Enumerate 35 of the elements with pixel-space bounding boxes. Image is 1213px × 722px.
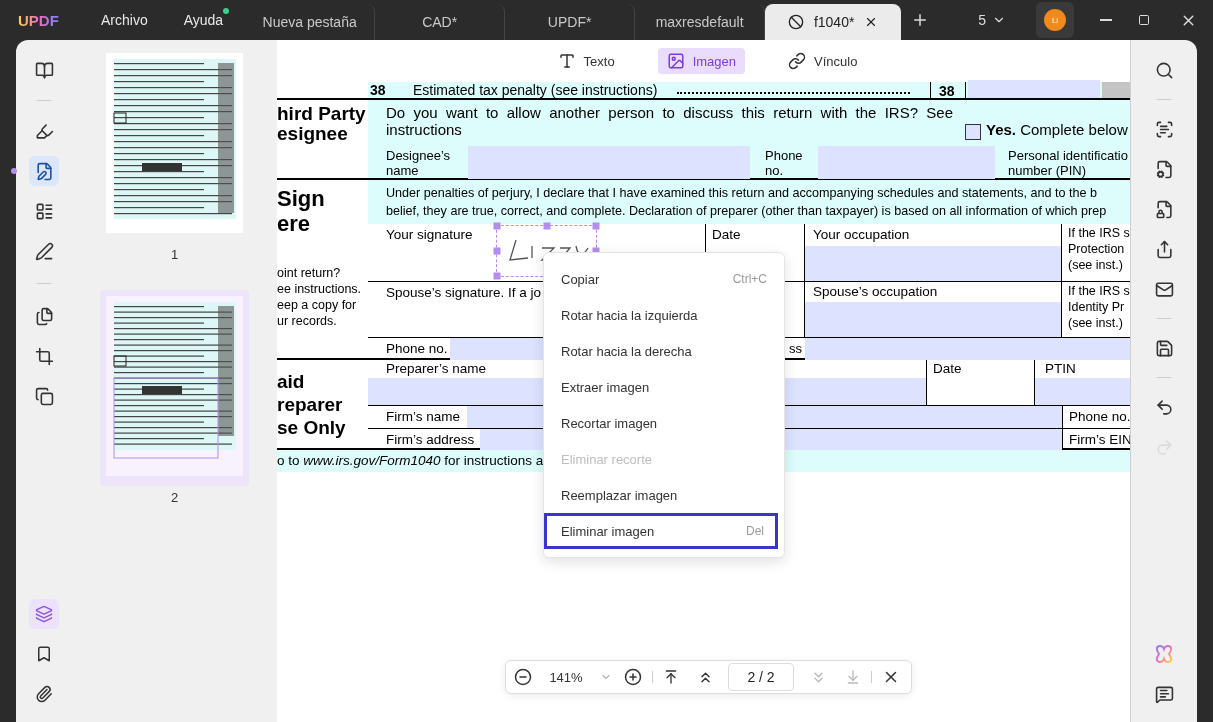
form-label: Estimated tax penalty (see instructions) [413,82,658,98]
page-number: 1 [170,247,179,262]
form-label: Phone no. [1068,409,1130,425]
form-label: Spouse’s signature. If a jo [385,284,543,302]
form-label: Preparer’s name [385,360,488,378]
form-label: Your signature [385,226,474,244]
form-note: oint return? ee instructions. eep a copy for ur records. [277,265,363,329]
form-label: Phone no. [764,147,804,178]
line-number: 38 [938,82,956,100]
form-label: Designee’s name [385,147,452,178]
form-label: Phone no. [385,340,449,358]
zoom-level: 141% [548,669,584,685]
form-label: ss [788,341,803,357]
section-heading: Sign ere [277,185,326,236]
form-question: Do you want to allow another person to discuss this return with the IRS? See instructions [385,103,953,140]
form-label: PTIN [1044,360,1077,378]
form-label: Your occupation [812,226,911,244]
line-number: 38 [369,82,387,98]
declaration-text: Under penalties of perjury, I declare that I have examined this return and accompanying schedules and statements, and to the b belief, they are true, correct, and complete. Declaration of preparer (other than taxpayer) is based on all information of which prep [368,180,1130,224]
checkbox-label: Yes. Complete below [986,121,1128,140]
section-heading: aid reparer se Only [277,370,347,439]
form-label: Firm’s name [385,408,461,426]
form-note: If the IRS s Identity Pr (see inst.) [1067,283,1130,332]
form-label: Date [932,360,963,378]
page-number: 2 [170,490,179,505]
form-label: Spouse’s occupation [812,283,939,301]
form-label: Firm’s address [385,430,476,449]
form-label: Personal identificatio number (PIN) [1007,147,1128,178]
section-heading: hird Party esignee [277,102,367,144]
footer-text: o to www.irs.gov/Form1040 for instructions a [277,453,544,468]
form-note: If the IRS s Protection (see inst.) [1067,225,1130,274]
form-label: Date [711,226,742,244]
shortcut-text: Ctrl+C [732,272,767,286]
form-label: Firm’s EIN [1068,431,1130,448]
shortcut-text: Del [746,524,764,538]
